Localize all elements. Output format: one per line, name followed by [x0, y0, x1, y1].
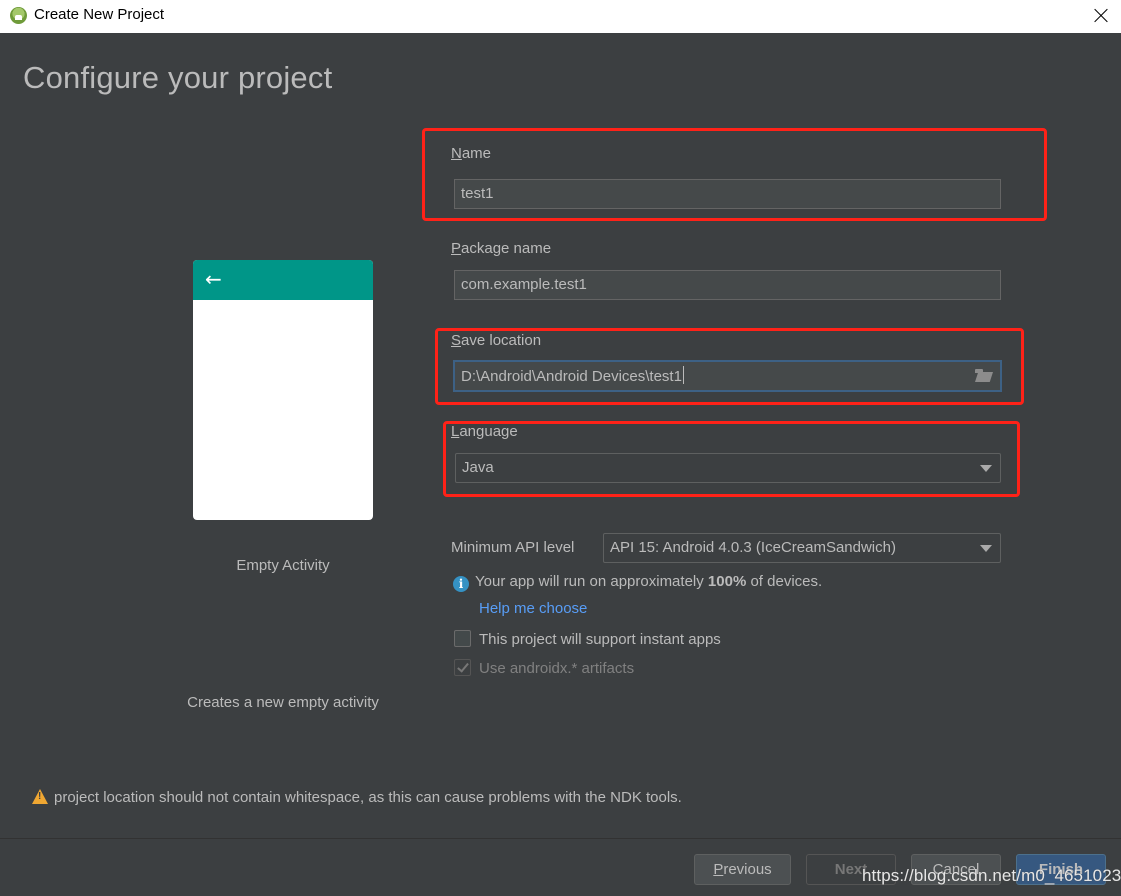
- minimum-api-label: Minimum API level: [451, 539, 575, 556]
- chevron-down-icon: [980, 545, 992, 552]
- back-arrow-icon: ←: [205, 267, 222, 291]
- page-title: Configure your project: [23, 60, 333, 95]
- template-preview: ←: [193, 260, 373, 520]
- warning-text: project location should not contain whit…: [54, 789, 682, 806]
- chevron-down-icon: [980, 465, 992, 472]
- save-location-label-text: ave location: [461, 332, 542, 349]
- info-prefix: Your app will run on approximately: [475, 573, 708, 590]
- language-dropdown[interactable]: Java: [455, 453, 1001, 483]
- cancel-button[interactable]: Cancel: [911, 854, 1001, 885]
- coverage-percent: 100%: [707, 573, 747, 590]
- language-label-text: anguage: [459, 423, 518, 440]
- previous-button[interactable]: Previous: [694, 854, 791, 885]
- previous-mnemonic: P: [713, 861, 724, 878]
- instant-apps-option[interactable]: This project will support instant apps: [454, 630, 721, 648]
- window-titlebar: Create New Project: [0, 0, 1121, 33]
- package-name-label-mnemonic: P: [451, 240, 462, 257]
- info-icon: i: [453, 576, 469, 592]
- save-location-input-value: D:\Android\Android Devices\test1: [461, 368, 682, 385]
- save-location-label-mnemonic: S: [451, 332, 462, 349]
- instant-apps-checkbox[interactable]: [454, 630, 471, 647]
- previous-label: revious: [723, 861, 772, 878]
- name-label-text: ame: [461, 145, 492, 162]
- next-button[interactable]: Next: [806, 854, 896, 885]
- save-location-label: Save location: [451, 332, 541, 349]
- name-label: Name: [451, 145, 491, 162]
- warning-icon: [32, 789, 48, 804]
- close-icon[interactable]: [1089, 4, 1113, 28]
- androidx-checkbox: [454, 659, 471, 676]
- window-title: Create New Project: [34, 6, 165, 23]
- package-name-label: Package name: [451, 240, 551, 257]
- android-studio-icon: [10, 7, 27, 24]
- language-label: Language: [451, 423, 518, 440]
- device-coverage-info: i Your app will run on approximately 100%…: [453, 573, 822, 592]
- cancel-label: Cancel: [932, 861, 980, 878]
- name-label-mnemonic: N: [451, 145, 462, 162]
- name-input[interactable]: test1: [454, 179, 1001, 209]
- finish-label: Finish: [1038, 861, 1084, 878]
- package-name-label-text: ackage name: [461, 240, 552, 257]
- preview-toolbar: ←: [193, 260, 373, 300]
- help-me-choose-link[interactable]: Help me choose: [479, 600, 587, 617]
- next-label: Next: [834, 861, 868, 878]
- minimum-api-selected: API 15: Android 4.0.3 (IceCreamSandwich): [610, 539, 896, 556]
- name-input-value: test1: [461, 185, 494, 202]
- androidx-option: Use androidx.* artifacts: [454, 659, 634, 677]
- package-name-input[interactable]: com.example.test1: [454, 270, 1001, 300]
- language-selected: Java: [462, 459, 494, 476]
- activity-name: Empty Activity: [236, 557, 330, 574]
- minimum-api-dropdown[interactable]: API 15: Android 4.0.3 (IceCreamSandwich): [603, 533, 1001, 563]
- package-name-input-value: com.example.test1: [461, 276, 587, 293]
- whitespace-warning: project location should not contain whit…: [32, 789, 682, 806]
- info-suffix: of devices.: [746, 573, 823, 590]
- activity-description: Creates a new empty activity: [187, 694, 379, 711]
- save-location-input[interactable]: D:\Android\Android Devices\test1: [453, 360, 1002, 392]
- footer-divider: [0, 838, 1121, 839]
- finish-button[interactable]: Finish: [1016, 854, 1106, 885]
- instant-apps-label: This project will support instant apps: [479, 631, 721, 648]
- text-caret: [682, 366, 684, 384]
- folder-icon[interactable]: [975, 369, 993, 382]
- androidx-label: Use androidx.* artifacts: [479, 660, 635, 677]
